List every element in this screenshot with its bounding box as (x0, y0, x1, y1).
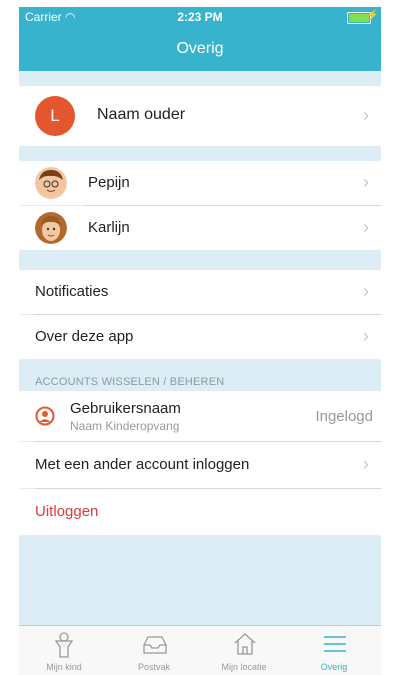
logout-row[interactable]: Uitloggen (19, 489, 381, 535)
page-title: Overig (176, 40, 224, 57)
logout-button[interactable]: Uitloggen (35, 503, 98, 520)
child-name: Pepijn (88, 174, 130, 191)
notifications-label: Notificaties (35, 283, 109, 300)
child-row-pepijn[interactable]: Pepijn › (19, 161, 381, 205)
girl-avatar-icon (35, 212, 67, 244)
chevron-right-icon: › (363, 105, 369, 125)
account-status: Ingelogd (315, 408, 373, 425)
nav-bar: Overig (19, 27, 381, 71)
inbox-icon (143, 636, 167, 654)
app-screen: Carrier ◠ 2:23 PM ⚡ Overig L Naam ouder … (19, 7, 381, 675)
home-icon (234, 633, 256, 655)
notifications-row[interactable]: Notificaties › (19, 270, 381, 314)
status-bar: Carrier ◠ 2:23 PM ⚡ (19, 7, 381, 27)
about-row[interactable]: Over deze app › (19, 315, 381, 359)
tab-label: Overig (320, 662, 348, 672)
avatar: L (35, 96, 75, 136)
chevron-right-icon: › (363, 454, 369, 474)
account-organisation: Naam Kinderopvang (70, 419, 180, 433)
chevron-right-icon: › (363, 326, 369, 346)
tab-overig[interactable]: Overig (289, 626, 379, 675)
child-row-karlijn[interactable]: Karlijn › (19, 206, 381, 250)
chevron-right-icon: › (363, 281, 369, 301)
account-row[interactable]: Gebruikersnaam Naam Kinderopvang Ingelog… (19, 391, 381, 441)
account-username: Gebruikersnaam (70, 400, 181, 417)
tab-label: Postvak (137, 662, 170, 672)
account-icon (35, 406, 55, 431)
accounts-section-header: ACCOUNTS WISSELEN / BEHEREN (19, 371, 381, 391)
profile-row[interactable]: L Naam ouder › (19, 86, 381, 146)
child-name: Karlijn (88, 219, 130, 236)
other-account-row[interactable]: Met een ander account inloggen › (19, 442, 381, 488)
tab-bar: Mijn kind Postvak Mijn locatie Overig (19, 625, 381, 675)
tab-label: Mijn locatie (221, 662, 267, 672)
tab-label: Mijn kind (46, 662, 82, 672)
charging-icon: ⚡ (366, 10, 379, 21)
chevron-right-icon: › (363, 172, 369, 192)
status-time: 2:23 PM (177, 10, 223, 24)
boy-avatar-icon (35, 167, 67, 199)
menu-icon (324, 636, 346, 652)
other-account-label: Met een ander account inloggen (35, 456, 250, 473)
tab-mijn-kind[interactable]: Mijn kind (19, 626, 109, 675)
child-icon (54, 632, 74, 658)
parent-name: Naam ouder (97, 106, 186, 123)
tab-postvak[interactable]: Postvak (109, 626, 199, 675)
tab-mijn-locatie[interactable]: Mijn locatie (199, 626, 289, 675)
about-label: Over deze app (35, 328, 134, 345)
chevron-right-icon: › (363, 217, 369, 237)
